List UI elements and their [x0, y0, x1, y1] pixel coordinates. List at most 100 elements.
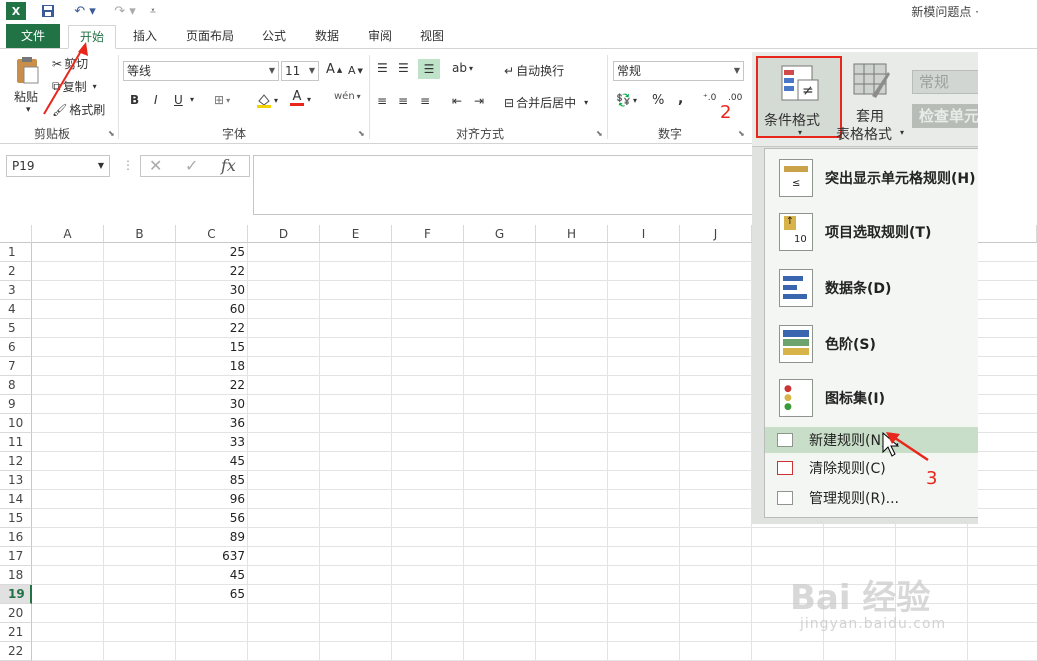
cell-c4[interactable]: 60 [176, 300, 248, 319]
font-color-dropdown-icon[interactable]: ▾ [307, 95, 311, 104]
underline-button[interactable]: U [174, 93, 183, 107]
merge-center-button[interactable]: ⊟ 合并后居中 ▾ [504, 94, 588, 111]
increase-indent-icon[interactable]: ⇥ [474, 94, 484, 108]
column-header[interactable]: C [176, 225, 248, 243]
row-header[interactable]: 7 [0, 357, 32, 376]
cell-c10[interactable]: 36 [176, 414, 248, 433]
redo-icon[interactable]: ↷ ▾ [110, 2, 140, 20]
align-center-icon[interactable]: ≡ [398, 94, 408, 108]
menu-item-data-bars[interactable]: 数据条(D) ▸ [765, 265, 978, 311]
row-header[interactable]: 6 [0, 338, 32, 357]
row-header[interactable]: 3 [0, 281, 32, 300]
cell-c15[interactable]: 56 [176, 509, 248, 528]
cell-c2[interactable]: 22 [176, 262, 248, 281]
row-header[interactable]: 21 [0, 623, 32, 642]
style-check-cell[interactable]: 检查单元格 [912, 104, 978, 147]
column-header[interactable]: H [536, 225, 608, 243]
menu-item-manage-rules[interactable]: 管理规则(R)... [765, 485, 978, 511]
align-left-icon[interactable]: ≡ [377, 94, 387, 108]
cell-c6[interactable]: 15 [176, 338, 248, 357]
row-header[interactable]: 9 [0, 395, 32, 414]
font-size-combo[interactable]: 11 ▼ [281, 61, 319, 81]
tab-view[interactable]: 视图 [416, 25, 448, 49]
cell-c9[interactable]: 30 [176, 395, 248, 414]
row-header[interactable]: 12 [0, 452, 32, 471]
row-header[interactable]: 15 [0, 509, 32, 528]
number-format-combo[interactable]: 常规 ▼ [613, 61, 744, 81]
tab-data[interactable]: 数据 [310, 25, 344, 49]
menu-item-highlight-rules[interactable]: ≤ 突出显示单元格规则(H) ▸ [765, 155, 978, 201]
row-header[interactable]: 10 [0, 414, 32, 433]
border-icon[interactable]: ⊞ ▾ [214, 93, 230, 107]
fill-color-icon[interactable]: ▾ [256, 92, 278, 108]
row-header[interactable]: 16 [0, 528, 32, 547]
menu-item-clear-rules[interactable]: 清除规则(C) ▸ [765, 455, 978, 481]
clipboard-launcher-icon[interactable]: ⬊ [108, 129, 115, 138]
row-header[interactable]: 2 [0, 262, 32, 281]
currency-icon[interactable]: 💱 ▾ [616, 93, 637, 107]
orientation-icon[interactable]: ab ▾ [452, 61, 473, 75]
row-header[interactable]: 20 [0, 604, 32, 623]
column-header[interactable]: F [392, 225, 464, 243]
cell-c5[interactable]: 22 [176, 319, 248, 338]
row-header[interactable]: 17 [0, 547, 32, 566]
tab-insert[interactable]: 插入 [128, 25, 162, 49]
row-header[interactable]: 11 [0, 433, 32, 452]
menu-item-top-bottom-rules[interactable]: ↑10 项目选取规则(T) ▸ [765, 209, 978, 255]
tab-formulas[interactable]: 公式 [258, 25, 290, 49]
paste-dropdown-icon[interactable]: ▾ [26, 105, 31, 115]
name-box[interactable]: P19 ▼ [6, 155, 110, 177]
cell-c17[interactable]: 637 [176, 547, 248, 566]
paste-button[interactable]: 粘贴 [14, 88, 38, 105]
cell-c7[interactable]: 18 [176, 357, 248, 376]
insert-function-icon[interactable]: fx [221, 156, 236, 175]
row-header[interactable]: 8 [0, 376, 32, 395]
percent-button[interactable]: % [652, 93, 664, 108]
column-header[interactable]: E [320, 225, 392, 243]
column-header[interactable]: G [464, 225, 536, 243]
align-top-icon[interactable]: ☰ [377, 61, 388, 75]
cell-c3[interactable]: 30 [176, 281, 248, 300]
cell-c8[interactable]: 22 [176, 376, 248, 395]
row-header[interactable]: 14 [0, 490, 32, 509]
italic-button[interactable]: I [154, 93, 158, 107]
style-normal[interactable]: 常规 [912, 70, 978, 94]
enter-icon[interactable]: ✓ [185, 156, 198, 175]
cell-c14[interactable]: 96 [176, 490, 248, 509]
underline-dropdown-icon[interactable]: ▾ [190, 95, 194, 104]
font-launcher-icon[interactable]: ⬊ [358, 129, 365, 138]
undo-icon[interactable]: ↶ ▾ [70, 2, 100, 20]
cell-c1[interactable]: 25 [176, 243, 248, 262]
tab-review[interactable]: 审阅 [364, 25, 396, 49]
decrease-indent-icon[interactable]: ⇤ [452, 94, 462, 108]
menu-item-icon-sets[interactable]: ●●● 图标集(I) ▸ [765, 375, 978, 421]
column-header[interactable]: B [104, 225, 176, 243]
cell-c19[interactable]: 65 [176, 585, 248, 604]
shrink-font-button[interactable]: A ▼ [348, 64, 363, 77]
row-header[interactable]: 4 [0, 300, 32, 319]
column-header[interactable]: D [248, 225, 320, 243]
cell-c13[interactable]: 85 [176, 471, 248, 490]
font-color-icon[interactable]: A [290, 90, 304, 106]
alignment-launcher-icon[interactable]: ⬊ [596, 129, 603, 138]
formula-input[interactable] [253, 155, 752, 215]
row-header[interactable]: 18 [0, 566, 32, 585]
cell-c16[interactable]: 89 [176, 528, 248, 547]
wrap-text-button[interactable]: ↵ 自动换行 [504, 62, 564, 79]
increase-decimal-icon[interactable]: ⁺.0 [703, 93, 716, 103]
conditional-format-button[interactable]: ≠ 条件格式 ▾ [756, 56, 842, 138]
row-header[interactable]: 1 [0, 243, 32, 262]
font-name-combo[interactable]: 等线 ▼ [123, 61, 279, 81]
comma-button[interactable]: , [678, 91, 683, 107]
phonetic-icon[interactable]: wén ▾ [334, 91, 361, 102]
align-right-icon[interactable]: ≡ [420, 94, 430, 108]
row-header[interactable]: 13 [0, 471, 32, 490]
align-bottom-icon[interactable]: ☰ [418, 59, 440, 79]
cell-c18[interactable]: 45 [176, 566, 248, 585]
cell-c11[interactable]: 33 [176, 433, 248, 452]
cancel-icon[interactable]: ✕ [149, 156, 162, 175]
menu-item-new-rule[interactable]: 新建规则(N)... [765, 427, 978, 453]
row-header[interactable]: 5 [0, 319, 32, 338]
customize-qat-icon[interactable]: ⩡ [146, 2, 160, 20]
cell-c12[interactable]: 45 [176, 452, 248, 471]
